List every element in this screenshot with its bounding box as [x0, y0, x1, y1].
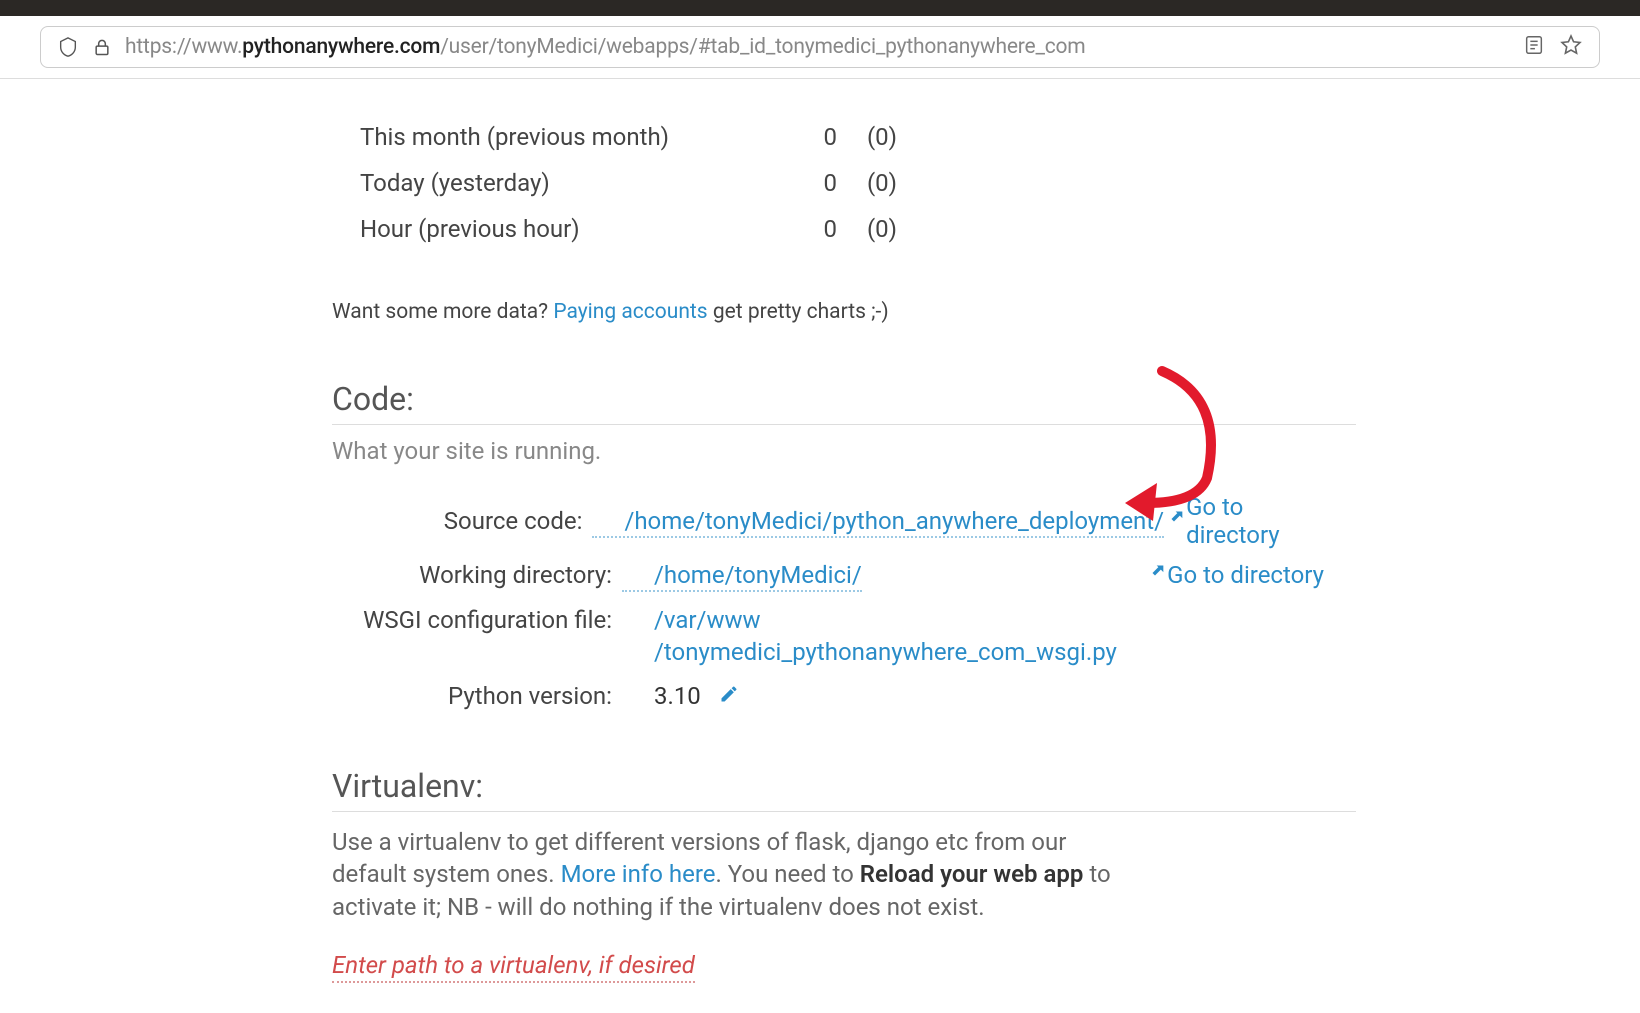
stats-label: This month (previous month): [332, 123, 792, 151]
url-path: /user/tonyMedici/webapps/#tab_id_tonymed…: [440, 35, 1085, 59]
source-code-label: Source code:: [332, 507, 592, 535]
lock-icon[interactable]: [91, 36, 113, 58]
shield-icon[interactable]: [57, 36, 79, 58]
stats-value: 0: [792, 169, 837, 197]
python-version-label: Python version:: [332, 682, 622, 710]
url-scheme: https://: [125, 35, 191, 59]
stats-label: Hour (previous hour): [332, 215, 792, 243]
page-content: This month (previous month) 0 (0) Today …: [332, 114, 1640, 1013]
virtualenv-heading: Virtualenv:: [332, 767, 1356, 812]
url-domain-pre: www.: [191, 35, 242, 59]
code-heading: Code:: [332, 380, 1356, 425]
stats-value: 0: [792, 123, 837, 151]
bookmark-star-icon[interactable]: [1559, 33, 1583, 61]
working-directory-path[interactable]: /home/tonyMedici/: [622, 561, 862, 592]
working-directory-label: Working directory:: [332, 561, 622, 589]
pencil-icon[interactable]: [719, 682, 739, 710]
stats-row: This month (previous month) 0 (0): [332, 114, 1640, 160]
stats-value: 0: [792, 215, 837, 243]
more-info-link[interactable]: More info here: [561, 860, 716, 888]
goto-label: Go to directory: [1186, 493, 1324, 549]
source-code-path[interactable]: /home/tonyMedici/python_anywhere_deploym…: [592, 507, 1164, 538]
source-code-row: Source code: /home/tonyMedici/python_any…: [332, 493, 1356, 549]
paying-accounts-link[interactable]: Paying accounts: [553, 300, 707, 324]
wsgi-path[interactable]: /var/www /tonymedici_pythonanywhere_com_…: [622, 604, 1117, 670]
url-domain: pythonanywhere.com: [242, 35, 440, 59]
traffic-stats: This month (previous month) 0 (0) Today …: [332, 114, 1640, 252]
stats-prev: (0): [837, 215, 897, 243]
address-bar: https://www.pythonanywhere.com/user/tony…: [0, 16, 1640, 79]
stats-prev: (0): [837, 123, 897, 151]
wsgi-row: WSGI configuration file: /var/www /tonym…: [332, 604, 1356, 670]
stats-label: Today (yesterday): [332, 169, 792, 197]
working-directory-row: Working directory: /home/tonyMedici/ Go …: [332, 561, 1356, 592]
goto-directory-working[interactable]: Go to directory: [1145, 561, 1356, 589]
virtualenv-desc-mid: . You need to: [715, 860, 859, 888]
stats-row: Hour (previous hour) 0 (0): [332, 206, 1640, 252]
url-container[interactable]: https://www.pythonanywhere.com/user/tony…: [40, 26, 1600, 68]
reload-webapp-bold: Reload your web app: [860, 860, 1084, 888]
reader-mode-icon[interactable]: [1523, 34, 1545, 60]
more-data-suffix: get pretty charts ;-): [708, 300, 889, 324]
more-data-note: Want some more data? Paying accounts get…: [332, 300, 1640, 324]
goto-directory-source[interactable]: Go to directory: [1164, 493, 1356, 549]
stats-row: Today (yesterday) 0 (0): [332, 160, 1640, 206]
wsgi-label: WSGI configuration file:: [332, 606, 622, 634]
stats-prev: (0): [837, 169, 897, 197]
python-version-value: 3.10: [622, 682, 701, 711]
python-version-row: Python version: 3.10: [332, 682, 1356, 711]
tab-strip: [0, 0, 1640, 16]
virtualenv-description: Use a virtualenv to get different versio…: [332, 826, 1122, 923]
goto-label: Go to directory: [1167, 561, 1324, 589]
url-text: https://www.pythonanywhere.com/user/tony…: [125, 35, 1086, 59]
share-icon: [1145, 561, 1165, 589]
share-icon: [1164, 507, 1184, 535]
virtualenv-path-input[interactable]: Enter path to a virtualenv, if desired: [332, 951, 695, 983]
code-subheading: What your site is running.: [332, 437, 1640, 465]
more-data-prefix: Want some more data?: [332, 300, 553, 324]
